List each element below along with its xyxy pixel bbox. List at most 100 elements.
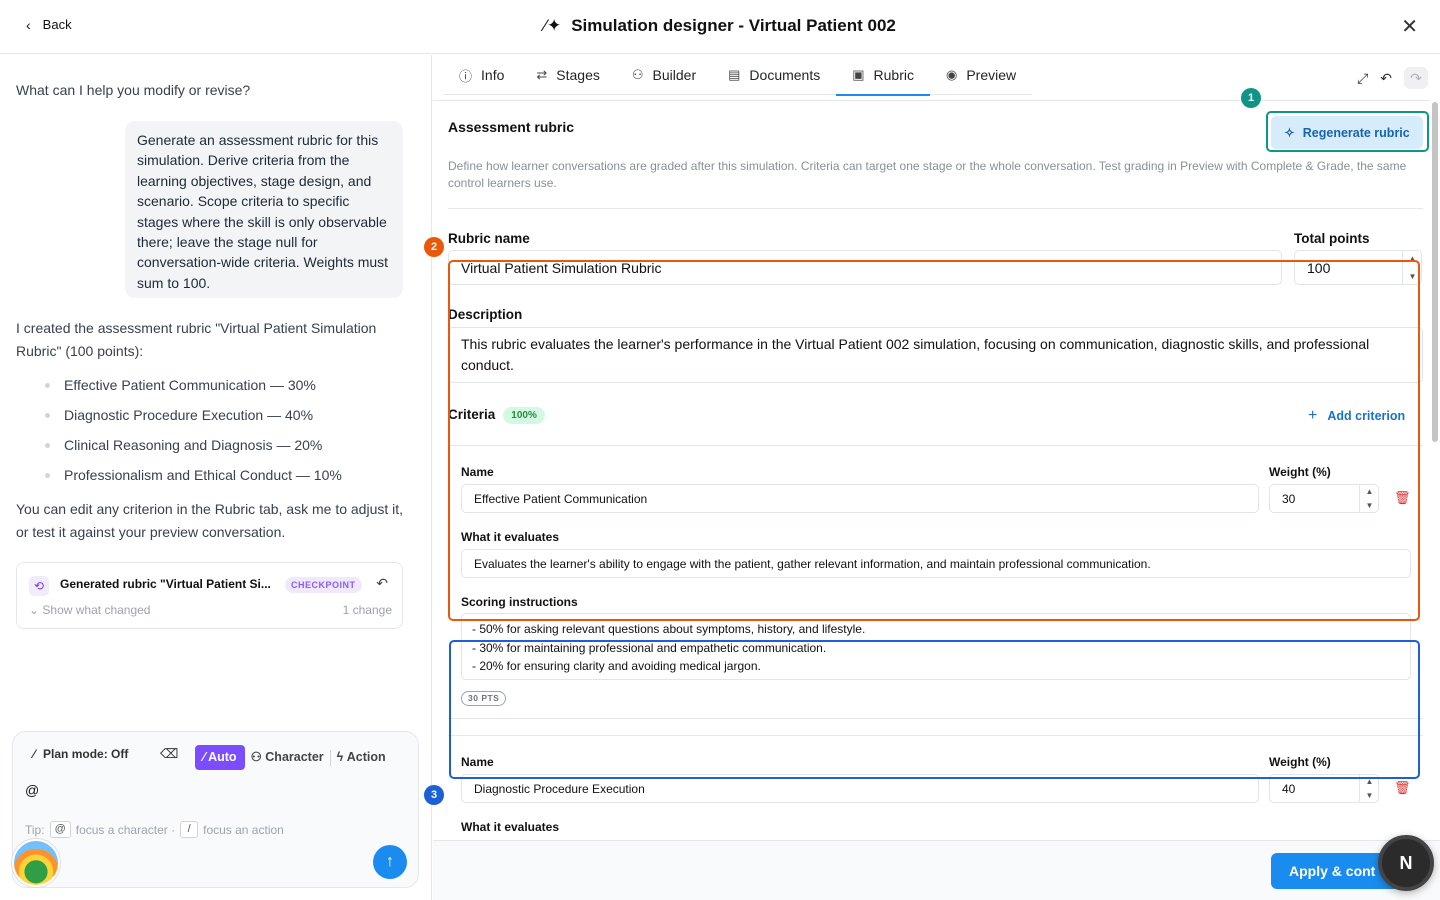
sparkle-icon: ✧ [1284,126,1295,140]
criterion-weight-label: Weight (%) [1269,465,1331,479]
checkpoint-title: Generated rubric "Virtual Patient Si... [60,577,271,591]
chevron-down-icon[interactable]: ▼ [1366,791,1374,800]
editor-footer: Apply & cont N [433,835,1440,900]
eraser-icon[interactable]: ⌫ [160,746,178,762]
plus-icon: + [1308,407,1318,424]
mode-character-button[interactable]: ⚇ Character [245,745,330,770]
chevron-down-icon: ⌄ [29,603,40,617]
criteria-total-badge: 100% [503,407,545,424]
scrollbar[interactable] [1432,102,1438,442]
divider [448,208,1423,209]
assistant-message: I created the assessment rubric "Virtual… [16,320,377,359]
total-points-stepper[interactable]: ▲▼ [1294,250,1422,285]
stepper-arrows[interactable]: ▲ ▼ [1359,774,1379,803]
tab-info[interactable]: ⓘ Info [443,55,520,95]
stages-icon: ⇄ [536,67,548,82]
section-title: Assessment rubric [448,119,575,135]
total-points-label: Total points [1294,231,1370,246]
document-icon: ▤ [728,67,741,82]
points-badge: 30 PTS [461,691,507,706]
mode-selector: ⁄ Auto ⚇ Character ϟ Action [195,745,392,770]
expand-icon[interactable]: ⤢ [1357,70,1368,87]
stepper-arrows[interactable]: ▲ ▼ [1402,250,1422,285]
redo-icon[interactable]: ↷ [1404,67,1428,89]
kbd-slash: / [180,821,199,838]
avatar[interactable] [12,839,60,887]
checkpoint-card[interactable]: ⟲ Generated rubric "Virtual Patient Si..… [16,562,403,629]
trash-icon[interactable]: 🗑 [1394,780,1411,796]
wand-icon: ⁄ [33,747,36,761]
chevron-down-icon[interactable]: ▼ [1409,272,1417,281]
kbd-at: @ [49,821,71,838]
scoring-line: - 50% for asking relevant questions abou… [472,622,866,636]
evaluates-label: What it evaluates [461,820,560,834]
rubric-content: Assessment rubric ✧ Regenerate rubric De… [433,100,1430,840]
undo-icon[interactable]: ↶ [376,575,388,592]
mode-action-button[interactable]: ϟ Action [331,745,392,770]
rubric-name-input[interactable] [448,250,1282,285]
scoring-line: - 30% for maintaining professional and e… [472,640,827,655]
criterion-name-input[interactable] [461,774,1259,803]
criterion-name-label: Name [461,465,494,479]
editor-tools: ⤢ ↶ ↷ [1357,67,1428,89]
annotation-marker-3: 3 [424,785,444,805]
arrow-up-icon: ↑ [386,853,394,870]
criteria-summary-list: Effective Patient Communication — 30% Di… [44,373,342,493]
person-icon: ⚇ [250,750,262,764]
tab-rubric[interactable]: ▣ Rubric [836,55,930,96]
info-icon: ⓘ [459,68,473,84]
regenerate-rubric-button[interactable]: ✧ Regenerate rubric [1271,116,1423,149]
editor-panel: ⓘ Info ⇄ Stages ⚇ Builder ▤ Documents ▣ Rubri… [433,55,1440,900]
tab-preview[interactable]: ◉ Preview [930,55,1032,95]
tab-bar: ⓘ Info ⇄ Stages ⚇ Builder ▤ Documents ▣ Rubri… [443,55,1033,96]
annotation-marker-1: 1 [1241,88,1261,108]
description-textarea[interactable]: This rubric evaluates the learner's perf… [448,327,1423,383]
checkpoint-badge: CHECKPOINT [285,577,362,593]
chevron-up-icon[interactable]: ▲ [1409,254,1417,263]
page-title: ⁄✦ Simulation designer - Virtual Patient … [544,16,896,35]
scoring-textarea[interactable]: - 50% for asking relevant questions abou… [461,613,1411,680]
tab-builder[interactable]: ⚇ Builder [616,55,712,95]
trash-icon[interactable]: 🗑 [1394,490,1411,506]
tab-documents[interactable]: ▤ Documents [712,55,836,95]
description-label: Description [448,307,523,322]
evaluates-label: What it evaluates [461,530,560,544]
chevron-down-icon[interactable]: ▼ [1366,501,1374,510]
rubric-name-label: Rubric name [448,231,530,246]
undo-icon[interactable]: ↶ [1380,70,1392,87]
criterion-name-label: Name [461,755,494,769]
chevron-up-icon[interactable]: ▲ [1366,777,1374,786]
add-criterion-button[interactable]: + Add criterion [1308,407,1405,425]
list-item: Professionalism and Ethical Conduct — 10… [44,463,342,493]
show-changes-toggle[interactable]: ⌄ Show what changed [29,603,150,617]
user-message: Generate an assessment rubric for this s… [125,121,403,298]
n-badge[interactable]: N [1378,835,1434,891]
evaluates-textarea[interactable]: Evaluates the learner's ability to engag… [461,549,1411,578]
annotation-marker-2: 2 [424,237,444,257]
close-icon[interactable]: ✕ [1401,14,1418,39]
criteria-label: Criteria 100% [448,407,545,424]
users-icon: ⚇ [631,67,644,82]
chat-panel: What can I help you modify or revise? Ge… [0,55,432,900]
chat-input[interactable] [25,782,405,798]
stepper-arrows[interactable]: ▲ ▼ [1359,484,1379,513]
section-description: Define how learner conversations are gra… [448,159,1407,190]
plan-mode-toggle[interactable]: ⁄ Plan mode: Off [33,747,128,761]
weight-stepper[interactable]: ▲▼ [1269,484,1379,513]
criterion-name-input[interactable] [461,484,1259,513]
assistant-message-followup: You can edit any criterion in the Rubric… [16,501,404,540]
divider [448,445,1423,446]
tab-stages[interactable]: ⇄ Stages [520,55,616,95]
list-item: Clinical Reasoning and Diagnosis — 20% [44,433,342,463]
chevron-up-icon[interactable]: ▲ [1366,487,1374,496]
list-item: Effective Patient Communication — 30% [44,373,342,403]
send-button[interactable]: ↑ [373,845,407,879]
divider [448,718,1423,719]
bolt-icon: ϟ [336,750,344,764]
weight-stepper[interactable]: ▲▼ [1269,774,1379,803]
mode-auto-button[interactable]: ⁄ Auto [195,745,245,770]
magic-wand-icon: ⁄✦ [544,16,562,35]
divider [448,735,1423,736]
criterion-weight-label: Weight (%) [1269,755,1331,769]
chat-composer: ⁄ Plan mode: Off ⌫ ⁄ Auto ⚇ Character ϟ … [12,731,419,888]
